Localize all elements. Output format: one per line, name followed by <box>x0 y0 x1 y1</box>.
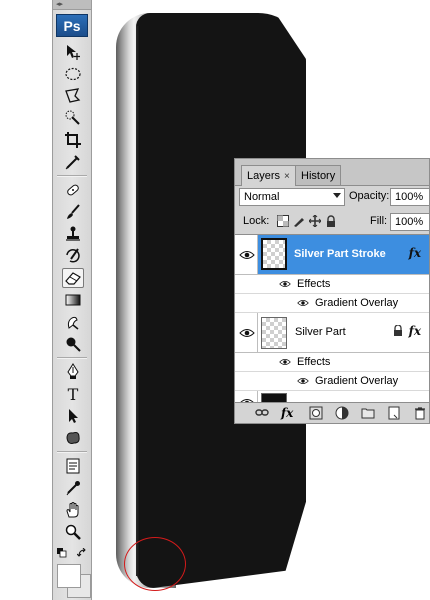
eye-icon <box>239 251 255 259</box>
layer-name[interactable]: Silver Part <box>295 326 346 338</box>
tools-panel-grip[interactable]: ◂▸ <box>53 0 91 10</box>
adjustment-layer-icon[interactable] <box>335 406 349 420</box>
chevron-down-icon <box>333 193 341 198</box>
move-tool-icon[interactable] <box>62 42 84 62</box>
gradient-icon[interactable] <box>62 290 84 310</box>
effect-row-gradient-overlay[interactable]: Gradient Overlay <box>235 294 429 313</box>
opacity-label: Opacity: <box>349 190 390 202</box>
blend-mode-select[interactable]: Normal <box>239 188 345 206</box>
lock-label: Lock: <box>243 215 270 227</box>
fill-label: Fill: <box>370 215 388 227</box>
elliptical-marquee-icon[interactable] <box>62 64 84 84</box>
trash-icon[interactable] <box>413 406 427 420</box>
lock-position-icon[interactable] <box>308 214 322 228</box>
tools-panel: ◂▸ Ps T <box>52 0 92 600</box>
tool-separator <box>57 451 87 453</box>
layer-row-silver-part-stroke[interactable]: Silver Part Stroke fx <box>235 235 429 275</box>
new-layer-icon[interactable] <box>387 406 401 420</box>
layers-bottom-toolbar: fx <box>235 402 429 423</box>
dodge-icon[interactable] <box>62 334 84 354</box>
tab-history-label: History <box>301 170 336 182</box>
layer-name[interactable]: Silver Part Stroke <box>294 248 386 260</box>
opacity-field[interactable]: 100% <box>390 188 429 206</box>
type-icon[interactable]: T <box>62 384 84 404</box>
brush-icon[interactable] <box>62 202 84 222</box>
close-icon[interactable]: × <box>284 171 290 182</box>
custom-shape-icon[interactable] <box>62 428 84 448</box>
highlight-circle <box>124 537 186 591</box>
blend-mode-value: Normal <box>244 191 280 203</box>
layer-thumbnail[interactable] <box>261 238 287 270</box>
layer-effects-icon[interactable]: fx <box>409 246 421 260</box>
tool-separator <box>57 357 87 359</box>
layers-list: Silver Part Stroke fx Effects Gradient O… <box>235 234 429 405</box>
hand-icon[interactable] <box>62 500 84 520</box>
effects-label: Effects <box>297 356 331 368</box>
layer-thumbnail[interactable] <box>261 317 287 349</box>
effect-row-gradient-overlay[interactable]: Gradient Overlay <box>235 372 429 391</box>
zoom-icon[interactable] <box>62 522 84 542</box>
layer-visibility-toggle[interactable] <box>235 235 258 274</box>
foreground-color-swatch[interactable] <box>57 564 81 588</box>
eye-icon[interactable] <box>297 298 309 308</box>
clone-stamp-icon[interactable] <box>62 224 84 244</box>
fill-field[interactable]: 100% <box>390 213 429 231</box>
eye-icon[interactable] <box>279 357 291 367</box>
svg-text:T: T <box>68 385 79 403</box>
default-colors-icon[interactable] <box>57 548 67 558</box>
effect-label: Gradient Overlay <box>315 297 399 309</box>
polygonal-lasso-icon[interactable] <box>62 86 84 106</box>
tab-history[interactable]: History <box>295 165 342 185</box>
lock-transparent-pixels-icon[interactable] <box>277 215 289 227</box>
effects-row[interactable]: Effects <box>235 353 429 372</box>
eye-icon[interactable] <box>279 279 291 289</box>
path-selection-icon[interactable] <box>62 406 84 426</box>
eraser-icon[interactable] <box>62 268 84 288</box>
tool-separator <box>57 175 87 177</box>
new-group-icon[interactable] <box>361 406 375 420</box>
spot-healing-brush-icon[interactable] <box>62 180 84 200</box>
effects-row[interactable]: Effects <box>235 275 429 294</box>
effects-label: Effects <box>297 278 331 290</box>
slice-icon[interactable] <box>62 152 84 172</box>
effect-label: Gradient Overlay <box>315 375 399 387</box>
swap-colors-icon[interactable] <box>76 547 87 558</box>
smudge-icon[interactable] <box>62 312 84 332</box>
layer-visibility-toggle[interactable] <box>235 313 258 352</box>
eyedropper-icon[interactable] <box>62 478 84 498</box>
link-layers-icon[interactable] <box>255 406 269 420</box>
lock-image-pixels-icon[interactable] <box>293 215 305 227</box>
lock-icon <box>394 325 402 336</box>
layer-effects-icon[interactable]: fx <box>409 324 421 338</box>
lock-all-icon[interactable] <box>325 215 337 227</box>
phone-inner-edge <box>136 26 140 576</box>
notes-icon[interactable] <box>62 456 84 476</box>
layer-row-silver-part[interactable]: Silver Part fx <box>235 313 429 353</box>
pen-icon[interactable] <box>62 362 84 382</box>
layer-selection-highlight: Silver Part Stroke fx <box>258 235 429 274</box>
tab-layers-label: Layers <box>247 170 281 182</box>
add-layer-style-icon[interactable]: fx <box>281 406 293 420</box>
add-mask-icon[interactable] <box>309 406 323 420</box>
quick-selection-icon[interactable] <box>62 108 84 128</box>
photoshop-logo[interactable]: Ps <box>56 14 88 37</box>
eye-icon[interactable] <box>297 376 309 386</box>
tab-layers[interactable]: Layers × <box>241 165 296 186</box>
eye-icon <box>239 329 255 337</box>
history-brush-icon[interactable] <box>62 246 84 266</box>
crop-icon[interactable] <box>62 130 84 150</box>
panel-tab-bar: Layers × History <box>235 159 429 186</box>
layers-panel: Layers × History Normal Opacity: 100% Loc… <box>234 158 430 424</box>
